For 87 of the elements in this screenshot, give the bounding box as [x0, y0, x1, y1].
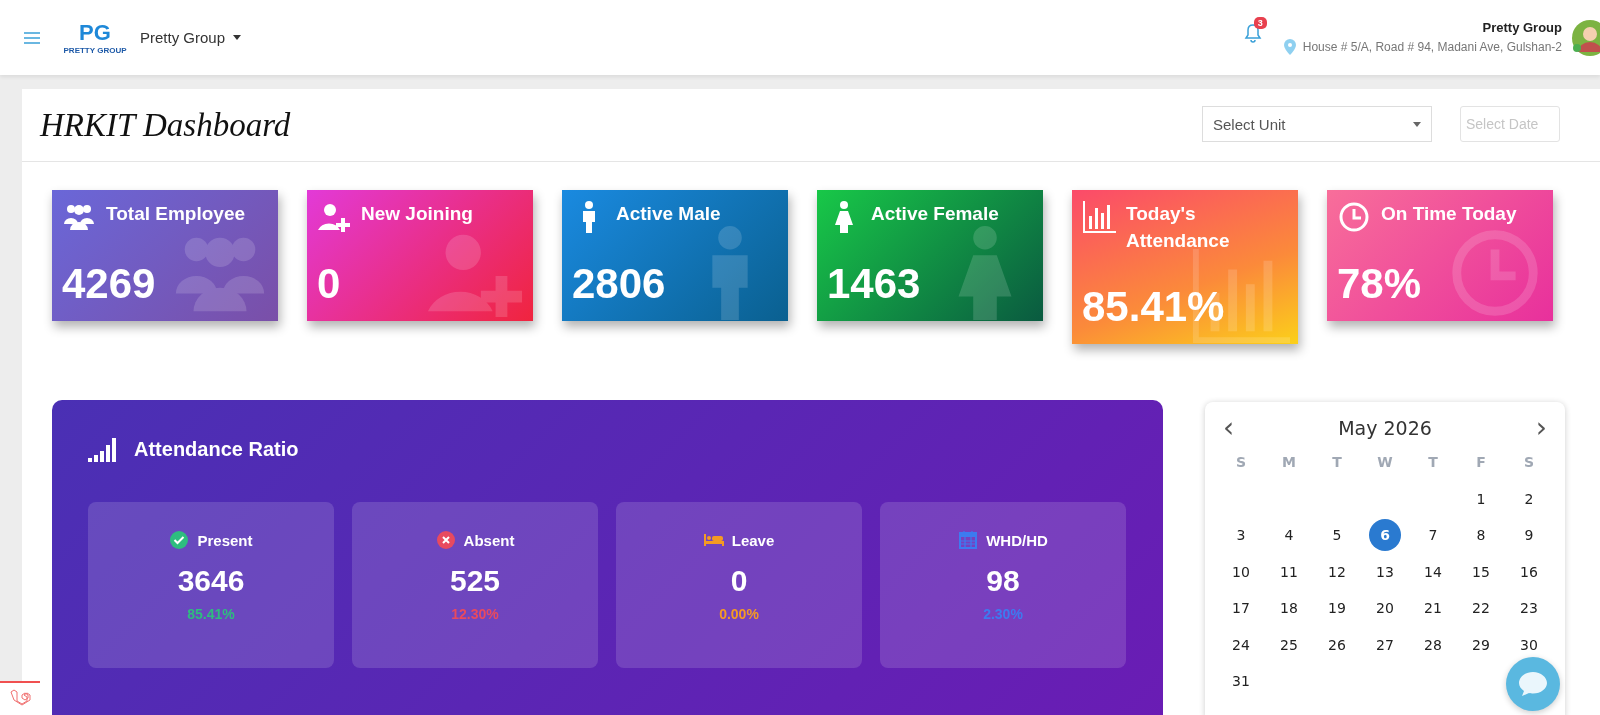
calendar-icon: [958, 530, 979, 550]
calendar-day[interactable]: 9: [1513, 519, 1545, 552]
cross-circle-icon: [435, 530, 456, 550]
user-address: House # 5/A, Road # 94, Madani Ave, Gulshan-2: [1302, 40, 1562, 54]
card-value: 4269: [62, 261, 157, 307]
weekday-label: T: [1427, 453, 1439, 473]
calendar-day[interactable]: 7: [1417, 519, 1449, 552]
card-value: 0: [317, 261, 342, 307]
location-pin-icon: [1283, 39, 1296, 55]
stat-percent: 85.41%: [187, 606, 235, 622]
page-title: HRKIT Dashboard: [40, 106, 291, 144]
calendar-day[interactable]: 29: [1465, 628, 1497, 661]
user-name: Pretty Group: [1482, 20, 1562, 35]
unit-select[interactable]: Select Unit: [1202, 106, 1432, 142]
calendar-day[interactable]: 24: [1225, 628, 1257, 661]
caret-icon: [1413, 121, 1421, 127]
calendar-day[interactable]: 31: [1225, 665, 1257, 698]
previous-month-button[interactable]: ‹: [1217, 416, 1241, 440]
calendar-day[interactable]: 20: [1369, 592, 1401, 625]
stat-label: WHD/HD: [986, 531, 1048, 549]
weekday-label: W: [1376, 453, 1394, 473]
company-dropdown[interactable]: Pretty Group: [140, 29, 226, 46]
calendar-day[interactable]: 25: [1273, 628, 1305, 661]
debug-toolbar-tab[interactable]: [0, 681, 40, 715]
calendar-day[interactable]: 6: [1369, 519, 1401, 552]
stat-label: Present: [197, 531, 253, 549]
stat-value: 98: [986, 564, 1020, 598]
bell-icon[interactable]: [1243, 22, 1262, 43]
stat-percent: 12.30%: [451, 606, 499, 622]
stat-percent: 0.00%: [719, 606, 759, 622]
calendar-day[interactable]: 8: [1465, 519, 1497, 552]
calendar-day[interactable]: 2: [1513, 482, 1545, 515]
chart-icon: [1082, 200, 1116, 234]
card-title: Active Male: [616, 202, 721, 226]
card-value: 78%: [1337, 261, 1423, 307]
calendar-day[interactable]: 21: [1417, 592, 1449, 625]
card-title: New Joining: [361, 202, 473, 226]
company-logo: PG PRETTY GROUP: [64, 18, 126, 57]
stat-label: Absent: [463, 531, 515, 549]
calendar-day[interactable]: 11: [1273, 555, 1305, 588]
stat-value: 3646: [177, 564, 245, 598]
calendar-day[interactable]: 17: [1225, 592, 1257, 625]
next-month-button[interactable]: ›: [1529, 416, 1553, 440]
calendar-day[interactable]: 15: [1465, 555, 1497, 588]
caret-icon[interactable]: [233, 35, 242, 40]
weekday-label: S: [1234, 453, 1248, 473]
calendar-day[interactable]: 22: [1465, 592, 1497, 625]
stat-value: 0: [730, 564, 748, 598]
card-value: 85.41%: [1082, 284, 1226, 330]
calendar-day[interactable]: 5: [1321, 519, 1353, 552]
card-value: 2806: [572, 261, 667, 307]
calendar-day[interactable]: 12: [1321, 555, 1353, 588]
card-value: 1463: [827, 261, 922, 307]
calendar-day[interactable]: 18: [1273, 592, 1305, 625]
calendar-day[interactable]: 10: [1225, 555, 1257, 588]
calendar-day[interactable]: 4: [1273, 519, 1305, 552]
stat-label: Leave: [731, 531, 775, 549]
calendar-day[interactable]: 30: [1513, 628, 1545, 661]
calendar-day[interactable]: 19: [1321, 592, 1353, 625]
stat-percent: 2.30%: [983, 606, 1023, 622]
calendar-day[interactable]: 23: [1513, 592, 1545, 625]
weekday-label: S: [1522, 453, 1536, 473]
calendar-day[interactable]: 16: [1513, 555, 1545, 588]
weekday-label: M: [1281, 453, 1297, 473]
card-title: Today's Attendance: [1126, 202, 1231, 253]
calendar-day[interactable]: 27: [1369, 628, 1401, 661]
calendar-day[interactable]: 26: [1321, 628, 1353, 661]
card-title: On Time Today: [1381, 202, 1517, 226]
date-field[interactable]: Select Date: [1460, 106, 1560, 142]
stat-value: 525: [449, 564, 501, 598]
weekday-label: T: [1331, 453, 1343, 473]
calendar-day[interactable]: 3: [1225, 519, 1257, 552]
check-circle-icon: [169, 530, 190, 550]
calendar-day[interactable]: 28: [1417, 628, 1449, 661]
calendar-month: May 2026: [1338, 417, 1432, 439]
calendar-day[interactable]: 14: [1417, 555, 1449, 588]
calendar-day[interactable]: 1: [1465, 482, 1497, 515]
clock-icon: [1337, 200, 1371, 234]
menu-icon[interactable]: [24, 31, 40, 44]
weekday-label: F: [1475, 453, 1487, 473]
notification-badge: 3: [1253, 16, 1267, 29]
panel-title: Attendance Ratio: [134, 437, 299, 461]
card-title: Total Employee: [106, 202, 245, 226]
avatar-icon[interactable]: [1572, 19, 1600, 56]
calendar-day[interactable]: 13: [1369, 555, 1401, 588]
chat-bubble-icon: [1518, 671, 1548, 697]
card-title: Active Female: [871, 202, 999, 226]
